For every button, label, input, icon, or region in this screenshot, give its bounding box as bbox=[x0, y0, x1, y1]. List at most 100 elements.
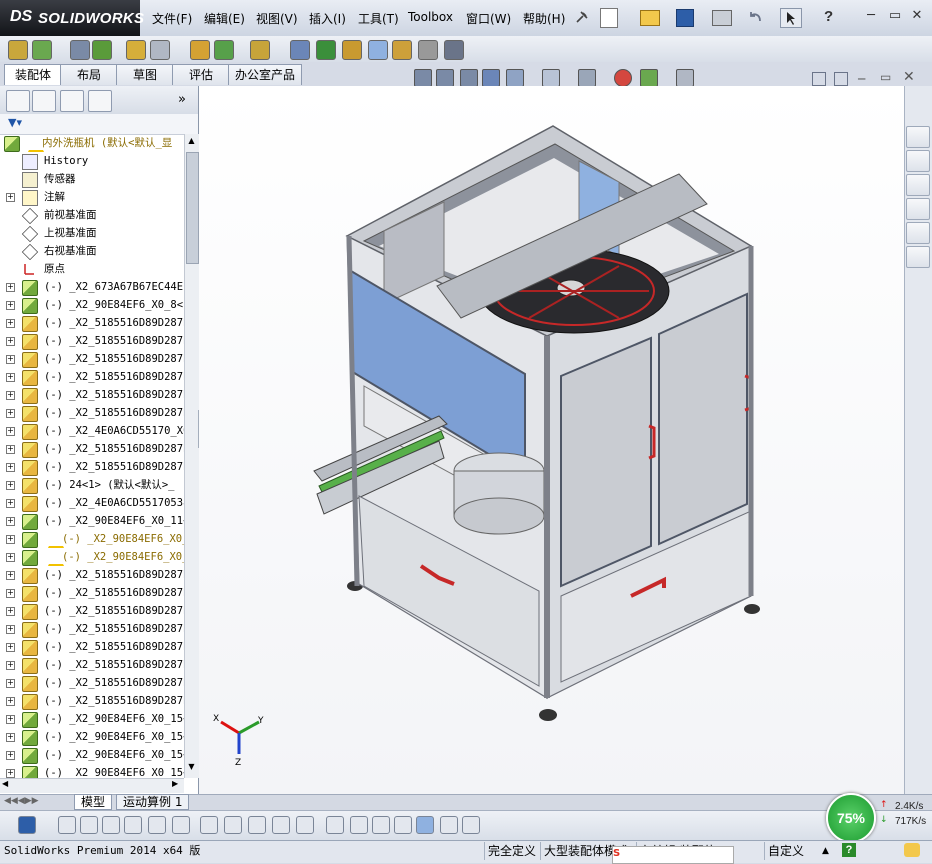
menu-item-7[interactable]: 帮助(H) bbox=[523, 10, 565, 27]
select-arrow-icon[interactable] bbox=[780, 8, 802, 28]
instant3d-icon[interactable] bbox=[418, 40, 438, 60]
help-icon[interactable]: ? bbox=[824, 8, 840, 26]
scroll-up-icon[interactable]: ▲ bbox=[186, 136, 197, 148]
tree-item[interactable]: + (-) _X2_5185516D89D287B bbox=[0, 440, 184, 458]
menu-item-6[interactable]: 窗口(W) bbox=[466, 10, 511, 27]
polygon-icon[interactable] bbox=[124, 816, 142, 834]
tree-item[interactable]: + (-) _X2_5185516D89D287B bbox=[0, 350, 184, 368]
tree-item[interactable]: 上视基准面 bbox=[0, 224, 184, 242]
design-library-icon[interactable] bbox=[906, 150, 930, 172]
assembly-features-icon[interactable] bbox=[214, 40, 234, 60]
tree-item[interactable]: 前视基准面 bbox=[0, 206, 184, 224]
scroll-left-icon[interactable]: ◀ bbox=[2, 779, 8, 788]
display-style-icon[interactable] bbox=[542, 69, 560, 87]
save-icon[interactable] bbox=[18, 816, 36, 834]
grid-icon[interactable] bbox=[350, 816, 368, 834]
machine-model[interactable] bbox=[199, 86, 904, 794]
expand-icon[interactable]: + bbox=[6, 463, 15, 472]
minimize-icon[interactable]: ─ bbox=[862, 8, 880, 24]
viewport-minimize-icon[interactable]: ─ bbox=[858, 72, 865, 86]
expand-icon[interactable]: + bbox=[6, 301, 15, 310]
tree-item[interactable]: + (-) _X2_5185516D89D287B bbox=[0, 404, 184, 422]
circle-icon[interactable] bbox=[80, 816, 98, 834]
expand-icon[interactable]: + bbox=[6, 769, 15, 778]
previous-view-icon[interactable] bbox=[460, 69, 478, 87]
expand-icon[interactable]: + bbox=[6, 625, 15, 634]
line-icon[interactable] bbox=[102, 816, 120, 834]
expand-icon[interactable]: + bbox=[6, 337, 15, 346]
tree-scroll-thumb[interactable] bbox=[186, 152, 199, 264]
tree-item[interactable]: + (-) _X2_90E84EF6_X0_8<1 bbox=[0, 296, 184, 314]
tree-item[interactable]: + (-) _X2_673A67B67EC44EF bbox=[0, 278, 184, 296]
offset-icon[interactable] bbox=[224, 816, 242, 834]
mate-icon[interactable] bbox=[70, 40, 90, 60]
tree-vertical-scrollbar[interactable]: ▲ ▼ bbox=[184, 134, 199, 778]
reference-geometry-icon[interactable] bbox=[250, 40, 270, 60]
tree-item[interactable]: + (-) _X2_4E0A6CD55170_X0 bbox=[0, 422, 184, 440]
pin-icon[interactable] bbox=[574, 9, 590, 25]
tree-item[interactable]: 右视基准面 bbox=[0, 242, 184, 260]
corner-icon[interactable] bbox=[272, 816, 290, 834]
expand-icon[interactable]: + bbox=[6, 697, 15, 706]
tree-horizontal-scrollbar[interactable]: ◀ ▶ bbox=[0, 778, 184, 793]
insert-component-icon[interactable] bbox=[32, 40, 52, 60]
solidworks-resources-icon[interactable] bbox=[906, 126, 930, 148]
expand-icon[interactable]: + bbox=[6, 733, 15, 742]
expand-icon[interactable]: + bbox=[6, 445, 15, 454]
section-view-icon[interactable] bbox=[482, 69, 500, 87]
tree-item[interactable]: History bbox=[0, 152, 184, 170]
expand-icon[interactable]: + bbox=[6, 715, 15, 724]
sketch-fillet-icon[interactable] bbox=[200, 816, 218, 834]
filter-icon[interactable]: ▼▾ bbox=[8, 116, 30, 130]
menu-item-2[interactable]: 视图(V) bbox=[256, 10, 298, 27]
expand-icon[interactable]: + bbox=[6, 661, 15, 670]
property-manager-tab-icon[interactable] bbox=[32, 90, 56, 112]
tree-item[interactable]: + (-) _X2_5185516D89D287B bbox=[0, 692, 184, 710]
tab-model[interactable]: 模型 bbox=[74, 794, 113, 810]
scroll-down-icon[interactable]: ▼ bbox=[186, 762, 197, 774]
display-mode-icon[interactable] bbox=[394, 816, 412, 834]
hide-show-items-icon[interactable] bbox=[578, 69, 596, 87]
expand-icon[interactable]: + bbox=[6, 499, 15, 508]
new-motion-study-icon[interactable] bbox=[290, 40, 310, 60]
close-icon[interactable]: ✕ bbox=[908, 8, 926, 24]
tree-item[interactable]: + 注解 bbox=[0, 188, 184, 206]
tree-item[interactable]: + (-) _X2_5185516D89D287B bbox=[0, 674, 184, 692]
expand-icon[interactable]: + bbox=[6, 409, 15, 418]
tab-1[interactable]: 布局 bbox=[60, 64, 118, 85]
menu-item-4[interactable]: 工具(T) bbox=[358, 10, 399, 27]
network-gauge[interactable]: 75% bbox=[826, 793, 876, 843]
viewport-split-icon[interactable] bbox=[812, 72, 826, 86]
expand-icon[interactable]: + bbox=[6, 571, 15, 580]
expand-icon[interactable]: + bbox=[6, 553, 15, 562]
scroll-right-icon[interactable]: ▶ bbox=[172, 779, 178, 788]
tab-2[interactable]: 草图 bbox=[116, 64, 174, 85]
angle-icon[interactable] bbox=[172, 816, 190, 834]
undo-icon[interactable] bbox=[748, 9, 764, 25]
tree-item[interactable]: + (-) _X2_90E84EF6_X0_11< bbox=[0, 512, 184, 530]
configuration-manager-tab-icon[interactable] bbox=[60, 90, 84, 112]
zoom-to-fit-icon[interactable] bbox=[414, 69, 432, 87]
status-custom[interactable]: 自定义 bbox=[764, 842, 807, 860]
ime-toolbar[interactable]: S bbox=[612, 846, 734, 864]
feature-tree-tab-icon[interactable] bbox=[6, 90, 30, 112]
tree-item[interactable]: 传感器 bbox=[0, 170, 184, 188]
expand-icon[interactable]: + bbox=[6, 517, 15, 526]
construction-icon[interactable] bbox=[296, 816, 314, 834]
viewport-link-icon[interactable] bbox=[834, 72, 848, 86]
trim-icon[interactable] bbox=[148, 816, 166, 834]
show-hidden-icon[interactable] bbox=[190, 40, 210, 60]
tree-item[interactable]: + (-) _X2_5185516D89D287B bbox=[0, 332, 184, 350]
expand-icon[interactable]: + bbox=[6, 589, 15, 598]
tree-item[interactable]: + (-) _X2_4E0A6CD55170538 bbox=[0, 494, 184, 512]
print-icon[interactable] bbox=[712, 10, 732, 26]
tree-item[interactable]: + (-) _X2_90E84EF6_X0_15< bbox=[0, 728, 184, 746]
smart-fasteners-icon[interactable] bbox=[126, 40, 146, 60]
edit-component-icon[interactable] bbox=[8, 40, 28, 60]
expand-icon[interactable]: + bbox=[6, 319, 15, 328]
view-cube-icon[interactable] bbox=[416, 816, 434, 834]
edit-appearance-icon[interactable] bbox=[614, 69, 632, 87]
expand-icon[interactable]: + bbox=[6, 481, 15, 490]
appearances-icon[interactable] bbox=[906, 222, 930, 244]
custom-properties-icon[interactable] bbox=[906, 246, 930, 268]
